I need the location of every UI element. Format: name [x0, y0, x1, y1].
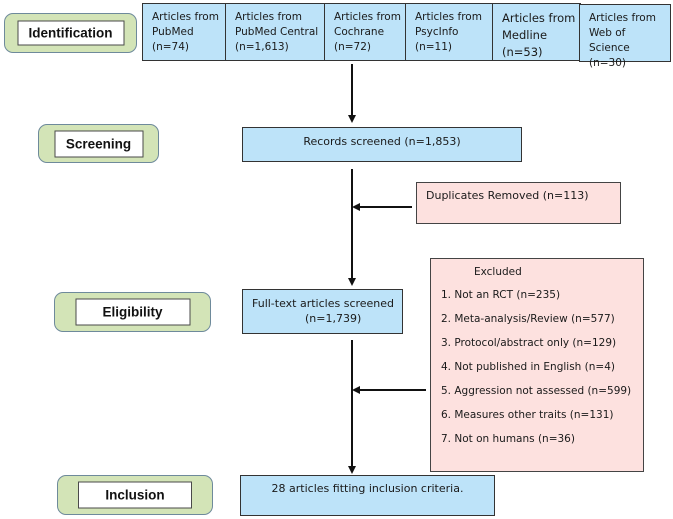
source-count: (n=11)	[415, 41, 453, 53]
records-screened-box: Records screened (n=1,853)	[242, 127, 522, 162]
source-count: (n=1,613)	[235, 41, 289, 53]
included-box: 28 articles fitting inclusion criteria.	[240, 475, 495, 516]
excluded-item: 1. Not an RCT (n=235)	[441, 289, 561, 301]
connector-line	[351, 340, 353, 467]
connector-line	[351, 169, 353, 279]
source-box-web-of-science: Articles from Web of Science (n=30)	[579, 4, 671, 69]
excluded-item: 7. Not on humans (n=36)	[441, 433, 575, 445]
connector-line	[360, 206, 412, 208]
prisma-flow-diagram: Identification Screening Eligibility Inc…	[0, 0, 673, 519]
arrow-left-icon	[352, 386, 360, 394]
excluded-box: Excluded 1. Not an RCT (n=235) 2. Meta-a…	[430, 258, 644, 472]
source-name: PubMed	[152, 26, 194, 38]
excluded-item: 3. Protocol/abstract only (n=129)	[441, 337, 617, 349]
source-name: PsycInfo	[415, 26, 459, 38]
excluded-item: 4. Not published in English (n=4)	[441, 361, 615, 373]
fulltext-label: Full-text articles screened	[252, 297, 395, 310]
fulltext-screened-box: Full-text articles screened (n=1,739)	[242, 289, 403, 334]
phase-inclusion: Inclusion	[57, 475, 213, 515]
source-box-medline: Articles from Medline (n=53)	[492, 3, 581, 61]
source-box-pubmed: Articles from PubMed (n=74)	[142, 3, 227, 61]
source-name: Web of	[589, 27, 626, 39]
phase-screening-label: Screening	[54, 130, 143, 157]
source-count: (n=74)	[152, 41, 190, 53]
arrow-down-icon	[348, 278, 356, 286]
arrow-left-icon	[352, 203, 360, 211]
source-label: Articles from	[334, 11, 401, 23]
phase-identification: Identification	[4, 13, 137, 53]
included-text: 28 articles fitting inclusion criteria.	[271, 482, 464, 495]
source-box-cochrane: Articles from Cochrane (n=72)	[324, 3, 406, 61]
fulltext-count: (n=1,739)	[305, 312, 362, 325]
excluded-item: 5. Aggression not assessed (n=599)	[441, 385, 632, 397]
source-count: (n=72)	[334, 41, 372, 53]
phase-identification-label: Identification	[17, 20, 124, 46]
phase-eligibility-label: Eligibility	[75, 298, 190, 326]
source-label: Articles from	[415, 11, 482, 23]
phase-eligibility: Eligibility	[54, 292, 211, 332]
connector-line	[360, 389, 426, 391]
source-label: Articles from	[235, 11, 302, 23]
excluded-item: 6. Measures other traits (n=131)	[441, 409, 614, 421]
source-name: Medline	[502, 28, 548, 42]
source-count: Science (n=30)	[589, 42, 630, 69]
source-label: Articles from	[589, 12, 656, 24]
source-name: PubMed Central	[235, 26, 319, 38]
excluded-item: 2. Meta-analysis/Review (n=577)	[441, 313, 615, 325]
arrow-down-icon	[348, 115, 356, 123]
source-box-psycinfo: Articles from PsycInfo (n=11)	[405, 3, 493, 61]
excluded-title: Excluded	[474, 266, 522, 278]
source-count: (n=53)	[502, 45, 543, 59]
source-label: Articles from	[152, 11, 219, 23]
source-name: Cochrane	[334, 26, 385, 38]
records-screened-text: Records screened (n=1,853)	[303, 135, 461, 148]
phase-inclusion-label: Inclusion	[78, 481, 192, 509]
phase-screening: Screening	[38, 124, 159, 163]
source-label: Articles from	[502, 11, 576, 25]
connector-line	[351, 64, 353, 115]
source-box-pubmed-central: Articles from PubMed Central (n=1,613)	[225, 3, 325, 61]
duplicates-removed-box: Duplicates Removed (n=113)	[416, 182, 621, 224]
arrow-down-icon	[348, 466, 356, 474]
duplicates-removed-text: Duplicates Removed (n=113)	[426, 189, 589, 202]
